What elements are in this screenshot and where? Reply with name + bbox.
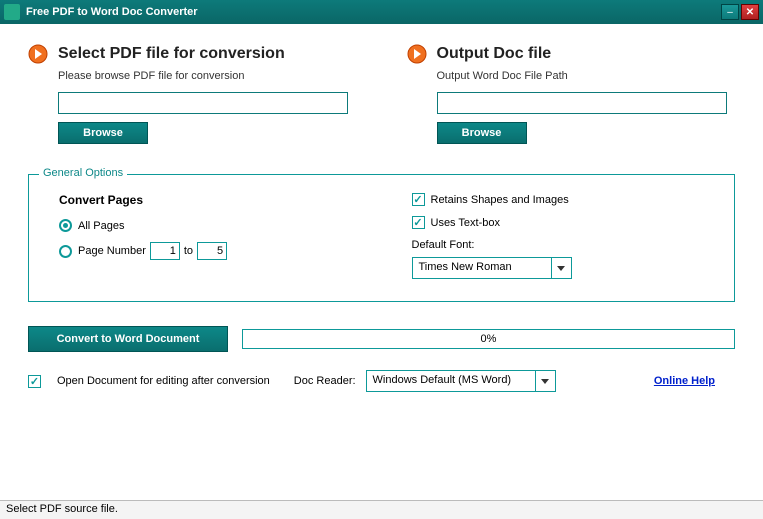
output-heading: Output Doc file: [437, 45, 552, 63]
general-options-group: General Options Convert Pages All Pages …: [28, 174, 735, 302]
default-font-value: Times New Roman: [413, 258, 551, 278]
uses-textbox-label: Uses Text-box: [431, 217, 501, 229]
minimize-button[interactable]: –: [721, 4, 739, 20]
output-path-field[interactable]: [437, 92, 727, 114]
input-heading: Select PDF file for conversion: [58, 45, 285, 63]
doc-reader-combo[interactable]: Windows Default (MS Word): [366, 370, 556, 392]
arrow-right-icon: [28, 44, 48, 64]
default-font-label: Default Font:: [412, 239, 705, 251]
doc-reader-label: Doc Reader:: [294, 375, 356, 387]
output-column: Output Doc file Output Word Doc File Pat…: [407, 44, 736, 144]
open-after-label: Open Document for editing after conversi…: [57, 375, 270, 387]
open-after-checkbox[interactable]: ✓: [28, 375, 41, 388]
progress-bar: 0%: [242, 329, 735, 349]
page-to-field[interactable]: [197, 242, 227, 260]
status-bar: Select PDF source file.: [0, 500, 763, 519]
options-legend: General Options: [39, 167, 127, 179]
convert-pages-heading: Convert Pages: [59, 193, 352, 207]
input-column: Select PDF file for conversion Please br…: [28, 44, 357, 144]
retain-shapes-label: Retains Shapes and Images: [431, 194, 569, 206]
default-font-combo[interactable]: Times New Roman: [412, 257, 572, 279]
app-icon: [4, 4, 20, 20]
retain-shapes-checkbox[interactable]: ✓: [412, 193, 425, 206]
page-to-label: to: [184, 245, 193, 257]
input-hint: Please browse PDF file for conversion: [58, 70, 357, 82]
input-path-field[interactable]: [58, 92, 348, 114]
title-bar: Free PDF to Word Doc Converter – ✕: [0, 0, 763, 24]
all-pages-label: All Pages: [78, 220, 124, 232]
page-number-label: Page Number: [78, 245, 146, 257]
convert-button[interactable]: Convert to Word Document: [28, 326, 228, 352]
doc-reader-value: Windows Default (MS Word): [367, 371, 535, 391]
online-help-link[interactable]: Online Help: [654, 375, 715, 387]
content-area: Select PDF file for conversion Please br…: [0, 24, 763, 500]
window-title: Free PDF to Word Doc Converter: [26, 6, 719, 18]
chevron-down-icon: [551, 258, 571, 278]
chevron-down-icon: [535, 371, 555, 391]
input-browse-button[interactable]: Browse: [58, 122, 148, 144]
all-pages-radio[interactable]: [59, 219, 72, 232]
output-hint: Output Word Doc File Path: [437, 70, 736, 82]
uses-textbox-checkbox[interactable]: ✓: [412, 216, 425, 229]
arrow-right-icon: [407, 44, 427, 64]
output-browse-button[interactable]: Browse: [437, 122, 527, 144]
page-from-field[interactable]: [150, 242, 180, 260]
close-button[interactable]: ✕: [741, 4, 759, 20]
page-number-radio[interactable]: [59, 245, 72, 258]
